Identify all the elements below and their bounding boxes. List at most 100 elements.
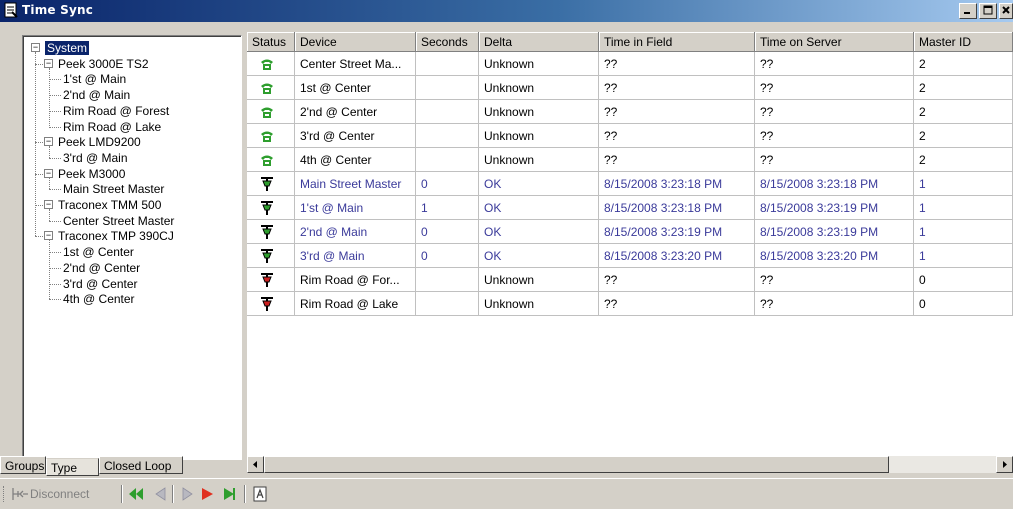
scroll-left-button[interactable] bbox=[247, 456, 264, 473]
tree-node-device[interactable]: 1'st @ Main bbox=[63, 71, 126, 87]
tree-node-group[interactable]: Peek M3000 bbox=[58, 166, 125, 182]
cell-master: 2 bbox=[914, 76, 1013, 100]
tree-node-group[interactable]: Traconex TMM 500 bbox=[58, 197, 161, 213]
cell-field: ?? bbox=[599, 148, 755, 172]
tab-type[interactable]: Type bbox=[46, 458, 99, 476]
collapse-icon[interactable]: − bbox=[44, 137, 53, 147]
arrow-left-icon bbox=[253, 461, 257, 468]
collapse-icon[interactable]: − bbox=[44, 200, 53, 209]
first-record-icon[interactable] bbox=[126, 484, 146, 504]
cell-device: Rim Road @ For... bbox=[295, 268, 416, 292]
cell-delta: Unknown bbox=[479, 124, 599, 148]
table-row[interactable]: 3'rd @ Center Unknown???? 2 bbox=[247, 124, 1013, 148]
column-header-time-on-server[interactable]: Time on Server bbox=[755, 32, 914, 52]
column-header-device[interactable]: Device bbox=[295, 32, 416, 52]
column-header-time-in-field[interactable]: Time in Field bbox=[599, 32, 755, 52]
tree-node-device[interactable]: 4th @ Center bbox=[63, 291, 135, 307]
cell-seconds: 0 bbox=[416, 172, 479, 196]
column-header-seconds[interactable]: Seconds bbox=[416, 32, 479, 52]
previous-record-icon[interactable] bbox=[150, 484, 170, 504]
cell-field: ?? bbox=[599, 124, 755, 148]
table-row[interactable]: 1st @ Center Unknown???? 2 bbox=[247, 76, 1013, 100]
table-row[interactable]: Rim Road @ For... Unknown???? 0 bbox=[247, 268, 1013, 292]
cell-status bbox=[247, 220, 295, 244]
table-row[interactable]: Center Street Ma... Unknown???? 2 bbox=[247, 52, 1013, 76]
cell-field: 8/15/2008 3:23:19 PM bbox=[599, 220, 755, 244]
cell-server: ?? bbox=[755, 148, 914, 172]
tree-node-device[interactable]: Rim Road @ Lake bbox=[63, 119, 161, 135]
next-record-icon[interactable] bbox=[178, 484, 198, 504]
column-header-master-id[interactable]: Master ID bbox=[914, 32, 1013, 52]
cell-field: 8/15/2008 3:23:18 PM bbox=[599, 172, 755, 196]
device-tree[interactable]: − System − Peek 3000E TS2 1'st @ Main 2'nd @ … bbox=[22, 35, 242, 460]
phone-green-icon bbox=[261, 131, 273, 142]
tree-node-label: Traconex TMP 390CJ bbox=[58, 229, 174, 244]
table-row[interactable]: Rim Road @ Lake Unknown???? 0 bbox=[247, 292, 1013, 316]
tree-node-device[interactable]: Rim Road @ Forest bbox=[63, 103, 169, 119]
column-header-status[interactable]: Status bbox=[247, 32, 295, 52]
table-row[interactable]: 1'st @ Main 1 OK 8/15/2008 3:23:18 PM 8/15/2… bbox=[247, 196, 1013, 220]
scroll-right-button[interactable] bbox=[996, 456, 1013, 473]
cell-seconds bbox=[416, 124, 479, 148]
table-row[interactable]: Main Street Master 0 OK 8/15/2008 3:23:18 P… bbox=[247, 172, 1013, 196]
tree-node-group[interactable]: Traconex TMP 390CJ bbox=[58, 228, 174, 244]
column-header-delta[interactable]: Delta bbox=[479, 32, 599, 52]
title-bar: Time Sync bbox=[0, 0, 1013, 22]
tree-node-device[interactable]: 3'rd @ Center bbox=[63, 276, 138, 292]
tree-node-label: 2'nd @ Main bbox=[63, 88, 131, 103]
minimize-button[interactable] bbox=[959, 3, 977, 19]
scroll-thumb[interactable] bbox=[264, 456, 889, 473]
phone-green-icon bbox=[261, 59, 273, 70]
maximize-button[interactable] bbox=[979, 3, 997, 19]
toolbar-separator bbox=[244, 485, 246, 503]
cell-field: 8/15/2008 3:23:18 PM bbox=[599, 196, 755, 220]
tree-connector bbox=[35, 52, 36, 237]
tree-connector bbox=[49, 95, 61, 97]
collapse-icon[interactable]: − bbox=[44, 58, 53, 68]
tree-node-group[interactable]: Peek 3000E TS2 bbox=[58, 56, 149, 72]
cell-delta: OK bbox=[479, 220, 599, 244]
cell-device: Rim Road @ Lake bbox=[295, 292, 416, 316]
close-button[interactable] bbox=[999, 3, 1013, 19]
tree-node-label: Peek 3000E TS2 bbox=[58, 56, 149, 71]
collapse-icon[interactable]: − bbox=[31, 43, 40, 52]
cell-server: ?? bbox=[755, 76, 914, 100]
tree-node-system[interactable]: System bbox=[45, 40, 90, 56]
horizontal-scrollbar[interactable] bbox=[247, 456, 1013, 473]
tree-node-device[interactable]: 2'nd @ Center bbox=[63, 260, 140, 276]
tree-node-label: System bbox=[45, 41, 90, 55]
device-grid[interactable]: Status Device Seconds Delta Time in Field Tim… bbox=[247, 32, 1013, 456]
tree-node-device[interactable]: Center Street Master bbox=[63, 213, 174, 229]
tree-connector bbox=[49, 110, 61, 112]
cell-field: 8/15/2008 3:23:20 PM bbox=[599, 244, 755, 268]
tree-node-label: Center Street Master bbox=[63, 213, 175, 228]
disconnect-button[interactable]: Disconnect bbox=[30, 484, 89, 504]
tree-node-device[interactable]: Main Street Master bbox=[63, 181, 164, 197]
stop-arrow-icon[interactable] bbox=[198, 484, 218, 504]
tree-node-device[interactable]: 2'nd @ Main bbox=[63, 87, 130, 103]
sync-clock-icon[interactable] bbox=[250, 484, 270, 504]
minimize-icon bbox=[964, 12, 970, 14]
table-row[interactable]: 2'nd @ Center Unknown???? 2 bbox=[247, 100, 1013, 124]
table-row[interactable]: 2'nd @ Main 0 OK 8/15/2008 3:23:19 PM 8/15/2… bbox=[247, 220, 1013, 244]
toolbar-grip[interactable] bbox=[3, 486, 7, 502]
cell-master: 2 bbox=[914, 124, 1013, 148]
tree-node-group[interactable]: Peek LMD9200 bbox=[58, 134, 141, 150]
tree-node-device[interactable]: 1st @ Center bbox=[63, 244, 134, 260]
cell-delta: Unknown bbox=[479, 100, 599, 124]
tab-closed-loop[interactable]: Closed Loop bbox=[99, 456, 183, 474]
table-row[interactable]: 3'rd @ Main 0 OK 8/15/2008 3:23:20 PM 8/15/2… bbox=[247, 244, 1013, 268]
tree-node-device[interactable]: 3'rd @ Main bbox=[63, 150, 128, 166]
collapse-icon[interactable]: − bbox=[44, 168, 53, 178]
table-row[interactable]: 4th @ Center Unknown???? 2 bbox=[247, 148, 1013, 172]
last-record-icon[interactable] bbox=[220, 484, 240, 504]
signal-green-icon bbox=[261, 201, 273, 215]
phone-green-icon bbox=[261, 83, 273, 94]
cell-delta: Unknown bbox=[479, 52, 599, 76]
collapse-icon[interactable]: − bbox=[44, 231, 53, 241]
signal-red-icon bbox=[261, 297, 273, 311]
tree-connector bbox=[49, 157, 61, 159]
cell-status bbox=[247, 244, 295, 268]
tab-groups[interactable]: Groups bbox=[0, 456, 46, 474]
cell-delta: Unknown bbox=[479, 268, 599, 292]
